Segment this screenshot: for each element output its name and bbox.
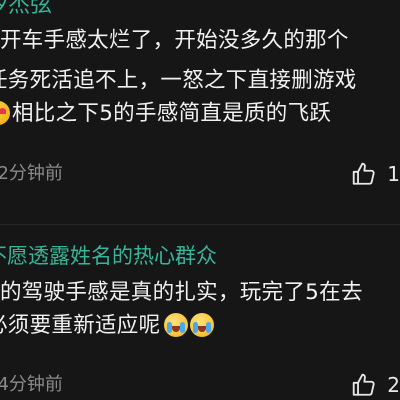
comment-meta: 14分钟前 2 [0,367,400,400]
heart-eyes-emoji-icon [0,101,10,125]
like-count: 1 [387,162,400,186]
comment-text-line: 4的驾驶手感是真的扎实，玩完了5在去 [0,280,363,305]
comment-meta: 12分钟前 1 [0,156,400,192]
comment-time: 14分钟前 [0,374,63,395]
comment-text-line-with-emoji: 相比之下5的手感简直是质的飞跃 [0,99,331,129]
comment-text-line: 4开车手感太烂了，开始没多久的那个 [0,28,349,53]
comment-text-line: 必须要重新适应呢 [0,313,161,338]
comment-text-line: 相比之下5的手感简直是质的飞跃 [12,101,332,126]
like-button[interactable]: 1 [351,160,400,188]
like-button[interactable]: 2 [351,371,400,399]
thumbs-up-icon [351,372,377,398]
comment-username[interactable]: 汐杰弦 [0,0,52,24]
comment-text-line-with-emoji: 必须要重新适应呢 [0,311,216,341]
comment-time: 12分钟前 [0,163,63,184]
crying-laughing-emoji-icon [164,313,189,337]
comment-text-line: 任务死活追不上，一怒之下直接删游戏 [0,68,357,93]
comment-list: 汐杰弦 4开车手感太烂了，开始没多久的那个 任务死活追不上，一怒之下直接删游戏 … [0,0,400,400]
comment-username[interactable]: 不愿透露姓名的热心群众 [0,238,217,274]
comment-divider [0,224,400,225]
crying-laughing-emoji-icon [190,313,215,337]
like-count: 2 [387,373,400,397]
thumbs-up-icon [351,161,377,187]
